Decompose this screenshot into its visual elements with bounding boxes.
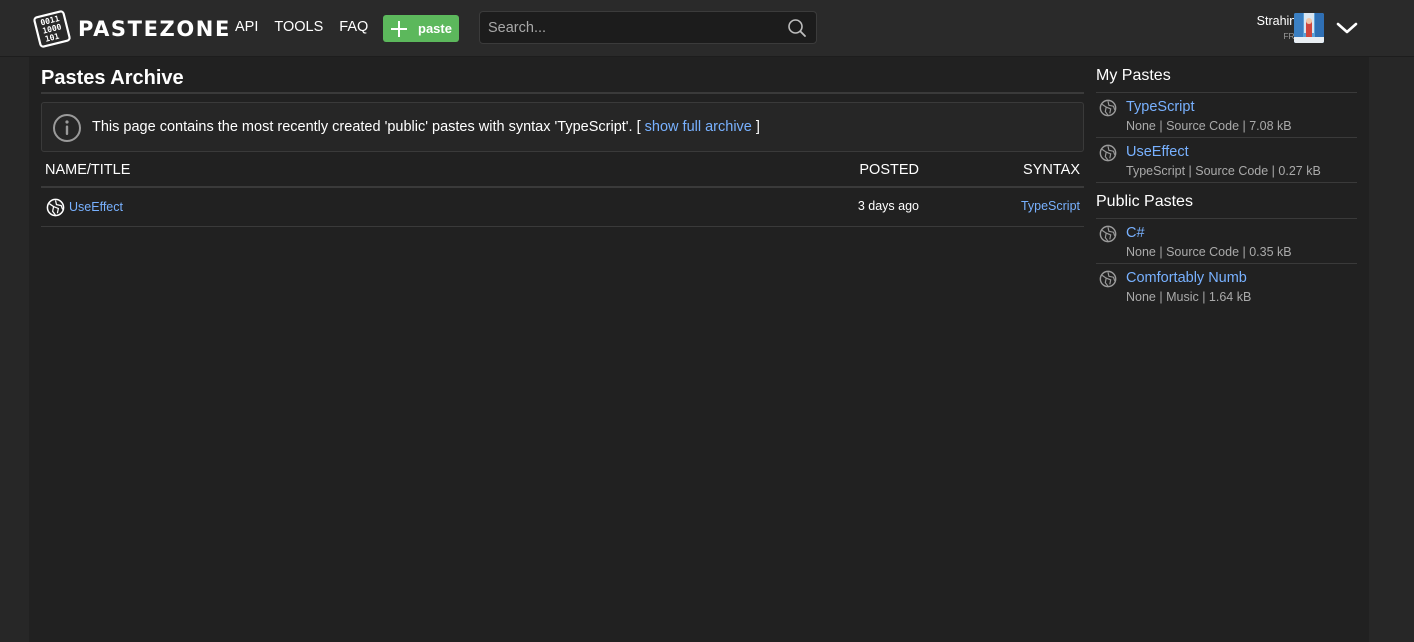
archive-notice: This page contains the most recently cre… bbox=[41, 102, 1084, 152]
chevron-down-icon[interactable] bbox=[1336, 20, 1358, 36]
globe-icon bbox=[1099, 144, 1117, 162]
globe-icon bbox=[1099, 270, 1117, 288]
notice-text-main: This page contains the most recently cre… bbox=[92, 119, 645, 135]
globe-icon bbox=[1099, 99, 1117, 117]
public-paste-meta: None | Music | 1.64 kB bbox=[1126, 290, 1252, 304]
globe-icon bbox=[46, 198, 65, 217]
avatar[interactable] bbox=[1294, 13, 1324, 43]
page-title: Pastes Archive bbox=[41, 67, 184, 89]
notice-text-after: ] bbox=[751, 119, 760, 135]
table-header: NAME/TITLE POSTED SYNTAX bbox=[41, 160, 1084, 188]
new-paste-label: paste bbox=[418, 21, 452, 36]
table-row: UseEffect 3 days ago TypeScript bbox=[41, 190, 1084, 227]
column-header-posted[interactable]: POSTED bbox=[859, 162, 919, 178]
show-full-archive-link[interactable]: show full archive bbox=[645, 119, 752, 135]
main-nav: API TOOLS FAQ bbox=[235, 19, 368, 35]
public-paste-title-link[interactable]: C# bbox=[1126, 225, 1145, 241]
paste-syntax-link[interactable]: TypeScript bbox=[1021, 199, 1080, 213]
user-menu[interactable]: Strahinja FREE bbox=[1220, 13, 1360, 45]
content-area: Pastes Archive This page contains the mo… bbox=[29, 57, 1369, 642]
list-item: TypeScript None | Source Code | 7.08 kB bbox=[1096, 93, 1357, 138]
my-paste-title-link[interactable]: TypeScript bbox=[1126, 99, 1195, 115]
public-pastes-heading: Public Pastes bbox=[1096, 193, 1193, 210]
column-header-name[interactable]: NAME/TITLE bbox=[45, 162, 130, 178]
nav-faq-link[interactable]: FAQ bbox=[339, 19, 368, 35]
title-divider bbox=[41, 92, 1084, 94]
list-item: Comfortably Numb None | Music | 1.64 kB bbox=[1096, 264, 1357, 309]
new-paste-button[interactable]: paste bbox=[383, 15, 459, 42]
info-icon bbox=[52, 113, 82, 143]
globe-icon bbox=[1099, 225, 1117, 243]
my-pastes-heading: My Pastes bbox=[1096, 67, 1171, 84]
paste-posted-time: 3 days ago bbox=[857, 199, 919, 213]
search-icon[interactable] bbox=[787, 18, 807, 38]
logo-link[interactable]: 0011 1000 101 PASTEZONE bbox=[32, 9, 231, 49]
nav-tools-link[interactable]: TOOLS bbox=[274, 19, 323, 35]
search-box bbox=[479, 11, 817, 44]
nav-api-link[interactable]: API bbox=[235, 19, 258, 35]
my-paste-meta: TypeScript | Source Code | 0.27 kB bbox=[1126, 164, 1321, 178]
search-input[interactable] bbox=[488, 12, 778, 43]
my-paste-meta: None | Source Code | 7.08 kB bbox=[1126, 119, 1292, 133]
column-header-syntax[interactable]: SYNTAX bbox=[1023, 162, 1080, 178]
paste-title-link[interactable]: UseEffect bbox=[69, 200, 123, 214]
notice-text: This page contains the most recently cre… bbox=[92, 119, 760, 135]
top-header: 0011 1000 101 PASTEZONE API TOOLS FAQ pa… bbox=[0, 0, 1414, 57]
logo-text: PASTEZONE bbox=[78, 17, 231, 41]
plus-icon bbox=[383, 15, 413, 42]
binary-logo-icon: 0011 1000 101 bbox=[32, 9, 72, 49]
list-item: UseEffect TypeScript | Source Code | 0.2… bbox=[1096, 138, 1357, 183]
my-paste-title-link[interactable]: UseEffect bbox=[1126, 144, 1189, 160]
public-paste-title-link[interactable]: Comfortably Numb bbox=[1126, 270, 1247, 286]
list-item: C# None | Source Code | 0.35 kB bbox=[1096, 219, 1357, 264]
public-paste-meta: None | Source Code | 0.35 kB bbox=[1126, 245, 1292, 259]
